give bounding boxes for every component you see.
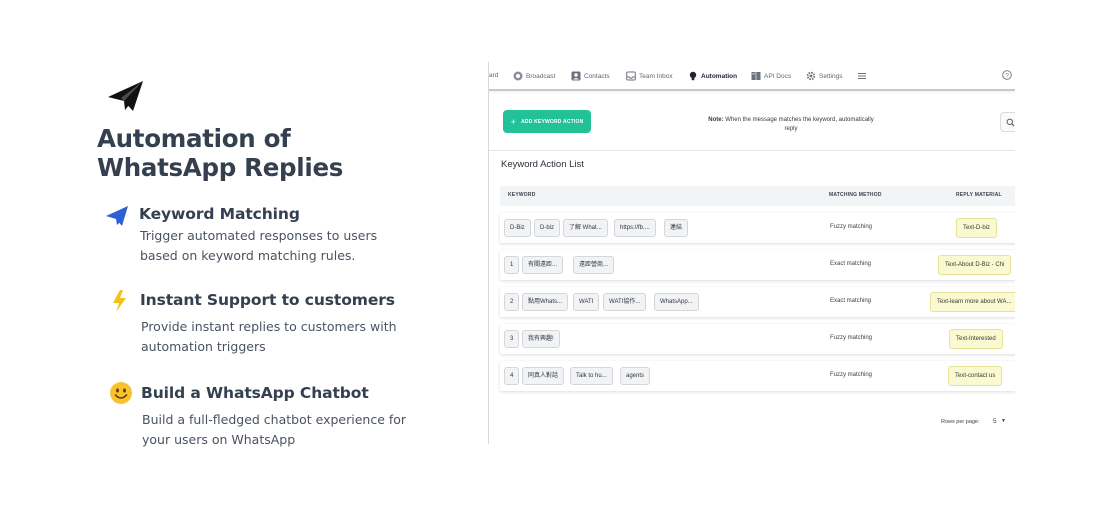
page-title: Automation of WhatsApp Replies bbox=[97, 124, 344, 182]
nav-item-settings[interactable]: Settings bbox=[806, 69, 843, 83]
reply-material-badge: Text-contact us bbox=[948, 366, 1003, 386]
nav-item-dashboard[interactable]: ard bbox=[489, 69, 498, 83]
nav-label: Contacts bbox=[584, 72, 610, 80]
keyword-chip: 點用Whats... bbox=[522, 293, 569, 311]
matching-method: Fuzzy matching bbox=[830, 335, 873, 341]
reply-material-badge: Text-Interested bbox=[949, 329, 1003, 349]
feature-description: Provide instant replies to customers wit… bbox=[141, 319, 397, 354]
nav-item-api-docs[interactable]: API Docs bbox=[751, 69, 791, 83]
paper-plane-icon bbox=[107, 79, 145, 113]
table-header: KEYWORD MATCHING METHOD REPLY MATERIAL bbox=[500, 186, 1015, 206]
table-row[interactable]: 1 有關遠距... 遠距營商... Exact matching Text-Ab… bbox=[500, 250, 1015, 280]
keyword-chip: 2 bbox=[504, 293, 520, 311]
help-icon[interactable]: ? bbox=[1002, 70, 1012, 80]
reply-material-badge: Text-learn more about WA... bbox=[930, 292, 1015, 312]
keyword-chip: 我有興趣! bbox=[522, 330, 560, 348]
search-button[interactable] bbox=[1000, 112, 1015, 132]
keyword-chip: D-Biz bbox=[504, 219, 531, 237]
divider bbox=[489, 150, 1015, 151]
keyword-chip: https://fb.... bbox=[614, 219, 656, 237]
feature-title: Instant Support to customers bbox=[140, 291, 395, 309]
keyword-chip: 遠距營商... bbox=[573, 256, 615, 274]
keyword-chip: 同真人對話 bbox=[522, 367, 565, 385]
feature-description: Trigger automated responses to users bas… bbox=[140, 228, 378, 263]
nav-item-contacts[interactable]: Contacts bbox=[571, 69, 610, 83]
keyword-chip: 了解 What... bbox=[563, 219, 608, 237]
section-title: Keyword Action List bbox=[501, 159, 584, 170]
app-screenshot: ard Broadcast Contacts Team Inbox Automa… bbox=[488, 62, 1015, 444]
column-header-method: MATCHING METHOD bbox=[829, 192, 882, 198]
gear-icon bbox=[806, 71, 816, 81]
note-label: Note: bbox=[708, 117, 724, 123]
hamburger-icon[interactable] bbox=[857, 69, 870, 83]
search-icon bbox=[1006, 118, 1015, 127]
add-keyword-action-button[interactable]: + ADD KEYWORD ACTION bbox=[503, 110, 591, 133]
keyword-chip: agents bbox=[620, 367, 651, 385]
keyword-chip: Talk to hu... bbox=[570, 367, 613, 385]
note-text: Note: When the message matches the keywo… bbox=[701, 116, 881, 134]
feature-title: Build a WhatsApp Chatbot bbox=[141, 384, 369, 402]
keyword-chip: 4 bbox=[504, 367, 520, 385]
button-label: ADD KEYWORD ACTION bbox=[521, 118, 584, 125]
rows-per-page-select[interactable]: 5 bbox=[993, 418, 997, 425]
top-nav: ard Broadcast Contacts Team Inbox Automa… bbox=[489, 62, 1015, 91]
column-header-keyword: KEYWORD bbox=[508, 192, 536, 198]
table-row[interactable]: D-Biz D-biz 了解 What... https://fb.... 連結… bbox=[500, 213, 1015, 243]
nav-label: Settings bbox=[819, 72, 843, 80]
note-body: When the message matches the keyword, au… bbox=[725, 117, 874, 132]
inbox-icon bbox=[626, 71, 636, 81]
matching-method: Fuzzy matching bbox=[830, 224, 873, 230]
broadcast-icon bbox=[513, 71, 523, 81]
feature-title: Keyword Matching bbox=[139, 205, 300, 223]
keyword-chip: D-biz bbox=[534, 219, 561, 237]
matching-method: Exact matching bbox=[830, 261, 872, 267]
matching-method: Fuzzy matching bbox=[830, 372, 873, 378]
keyword-chip: WATI協作... bbox=[603, 293, 647, 311]
keyword-chip: WATI bbox=[573, 293, 600, 311]
table-row[interactable]: 4 同真人對話 Talk to hu... agents Fuzzy match… bbox=[500, 361, 1015, 391]
nav-label: Team Inbox bbox=[639, 72, 673, 80]
keyword-chip: 3 bbox=[504, 330, 520, 348]
table-row[interactable]: 2 點用Whats... WATI WATI協作... WhatsApp... … bbox=[500, 287, 1015, 317]
plus-icon: + bbox=[510, 116, 517, 127]
svg-text:?: ? bbox=[1005, 72, 1009, 79]
nav-item-broadcast[interactable]: Broadcast bbox=[513, 69, 555, 83]
feature-description: Build a full-fledged chatbot experience … bbox=[142, 412, 407, 447]
keyword-chip: WhatsApp... bbox=[654, 293, 699, 311]
nav-label: API Docs bbox=[764, 72, 792, 80]
contacts-icon bbox=[571, 71, 581, 81]
keyword-chip: 有關遠距... bbox=[522, 256, 564, 274]
rows-per-page-label: Rows per page: bbox=[941, 419, 980, 425]
smiley-face-icon bbox=[109, 381, 133, 405]
nav-label: Broadcast bbox=[526, 72, 556, 80]
reply-material-badge: Text-About D-Biz - Chi bbox=[938, 255, 1012, 275]
nav-item-automation[interactable]: Automation bbox=[688, 69, 737, 83]
chevron-down-icon[interactable]: ▼ bbox=[1001, 418, 1006, 424]
nav-label: Automation bbox=[701, 72, 738, 80]
book-icon bbox=[751, 72, 761, 80]
column-header-reply: REPLY MATERIAL bbox=[956, 192, 1002, 198]
table-row[interactable]: 3 我有興趣! Fuzzy matching Text-Interested bbox=[500, 324, 1015, 354]
keyword-chip: 1 bbox=[504, 256, 520, 274]
matching-method: Exact matching bbox=[830, 298, 872, 304]
bulb-icon bbox=[689, 71, 697, 81]
nav-item-team-inbox[interactable]: Team Inbox bbox=[626, 69, 673, 83]
paper-plane-icon bbox=[105, 204, 129, 228]
lightning-bolt-icon bbox=[108, 289, 132, 313]
keyword-chip: 連結 bbox=[664, 219, 689, 237]
reply-material-badge: Text-D-biz bbox=[956, 218, 998, 238]
